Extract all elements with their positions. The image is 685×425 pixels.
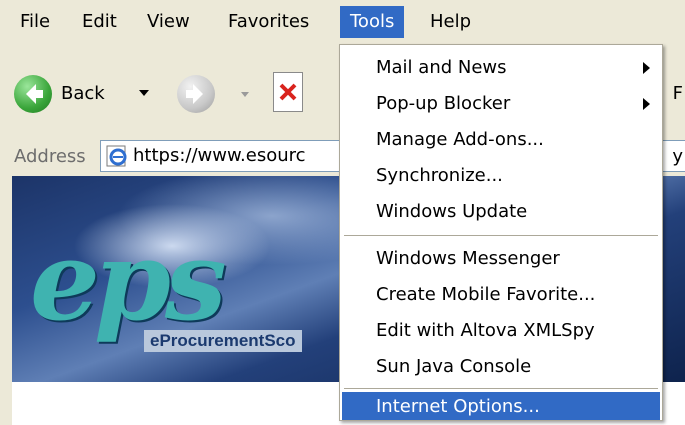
ie-page-icon [105, 144, 129, 168]
back-dropdown-icon[interactable] [139, 90, 149, 96]
eps-tagline: eProcurementSco [144, 330, 302, 352]
menu-file[interactable]: File [10, 6, 60, 38]
forward-dropdown-icon[interactable] [241, 92, 249, 97]
submenu-arrow-icon [643, 98, 650, 110]
menu-item-mail-and-news[interactable]: Mail and News [342, 50, 660, 86]
menu-item-windows-messenger[interactable]: Windows Messenger [342, 241, 660, 277]
menu-favorites[interactable]: Favorites [218, 6, 319, 38]
eps-logo: eps [30, 216, 227, 345]
menu-item-label: Pop-up Blocker [376, 93, 511, 114]
menu-tools[interactable]: Tools [340, 6, 405, 38]
menu-help[interactable]: Help [420, 6, 481, 38]
menu-bar: File Edit View Favorites Tools Help [0, 0, 685, 44]
menu-separator [344, 235, 658, 237]
forward-arrow-icon[interactable] [177, 75, 215, 113]
menu-item-sun-java-console[interactable]: Sun Java Console [342, 349, 660, 385]
menu-separator [344, 388, 658, 390]
menu-item-windows-update[interactable]: Windows Update [342, 194, 660, 230]
back-button-label[interactable]: Back [61, 75, 105, 113]
menu-item-synchronize[interactable]: Synchronize... [342, 158, 660, 194]
address-label: Address [14, 146, 86, 167]
submenu-arrow-icon [643, 62, 650, 74]
stop-icon[interactable] [273, 72, 303, 112]
menu-item-popup-blocker[interactable]: Pop-up Blocker [342, 86, 660, 122]
back-arrow-icon[interactable] [14, 75, 52, 113]
tools-menu: Mail and News Pop-up Blocker Manage Add-… [339, 44, 663, 421]
menu-item-label: Mail and News [376, 57, 507, 78]
menu-item-edit-with-altova-xmlspy[interactable]: Edit with Altova XMLSpy [342, 313, 660, 349]
menu-view[interactable]: View [137, 6, 200, 38]
menu-edit[interactable]: Edit [72, 6, 127, 38]
menu-item-internet-options[interactable]: Internet Options... [342, 392, 660, 420]
address-url-text: https://www.esourc [133, 145, 306, 166]
address-partial-text: y [672, 146, 683, 167]
menu-item-create-mobile-favorite[interactable]: Create Mobile Favorite... [342, 277, 660, 313]
toolbar-partial-label[interactable]: F [673, 75, 683, 113]
menu-item-manage-addons[interactable]: Manage Add-ons... [342, 122, 660, 158]
